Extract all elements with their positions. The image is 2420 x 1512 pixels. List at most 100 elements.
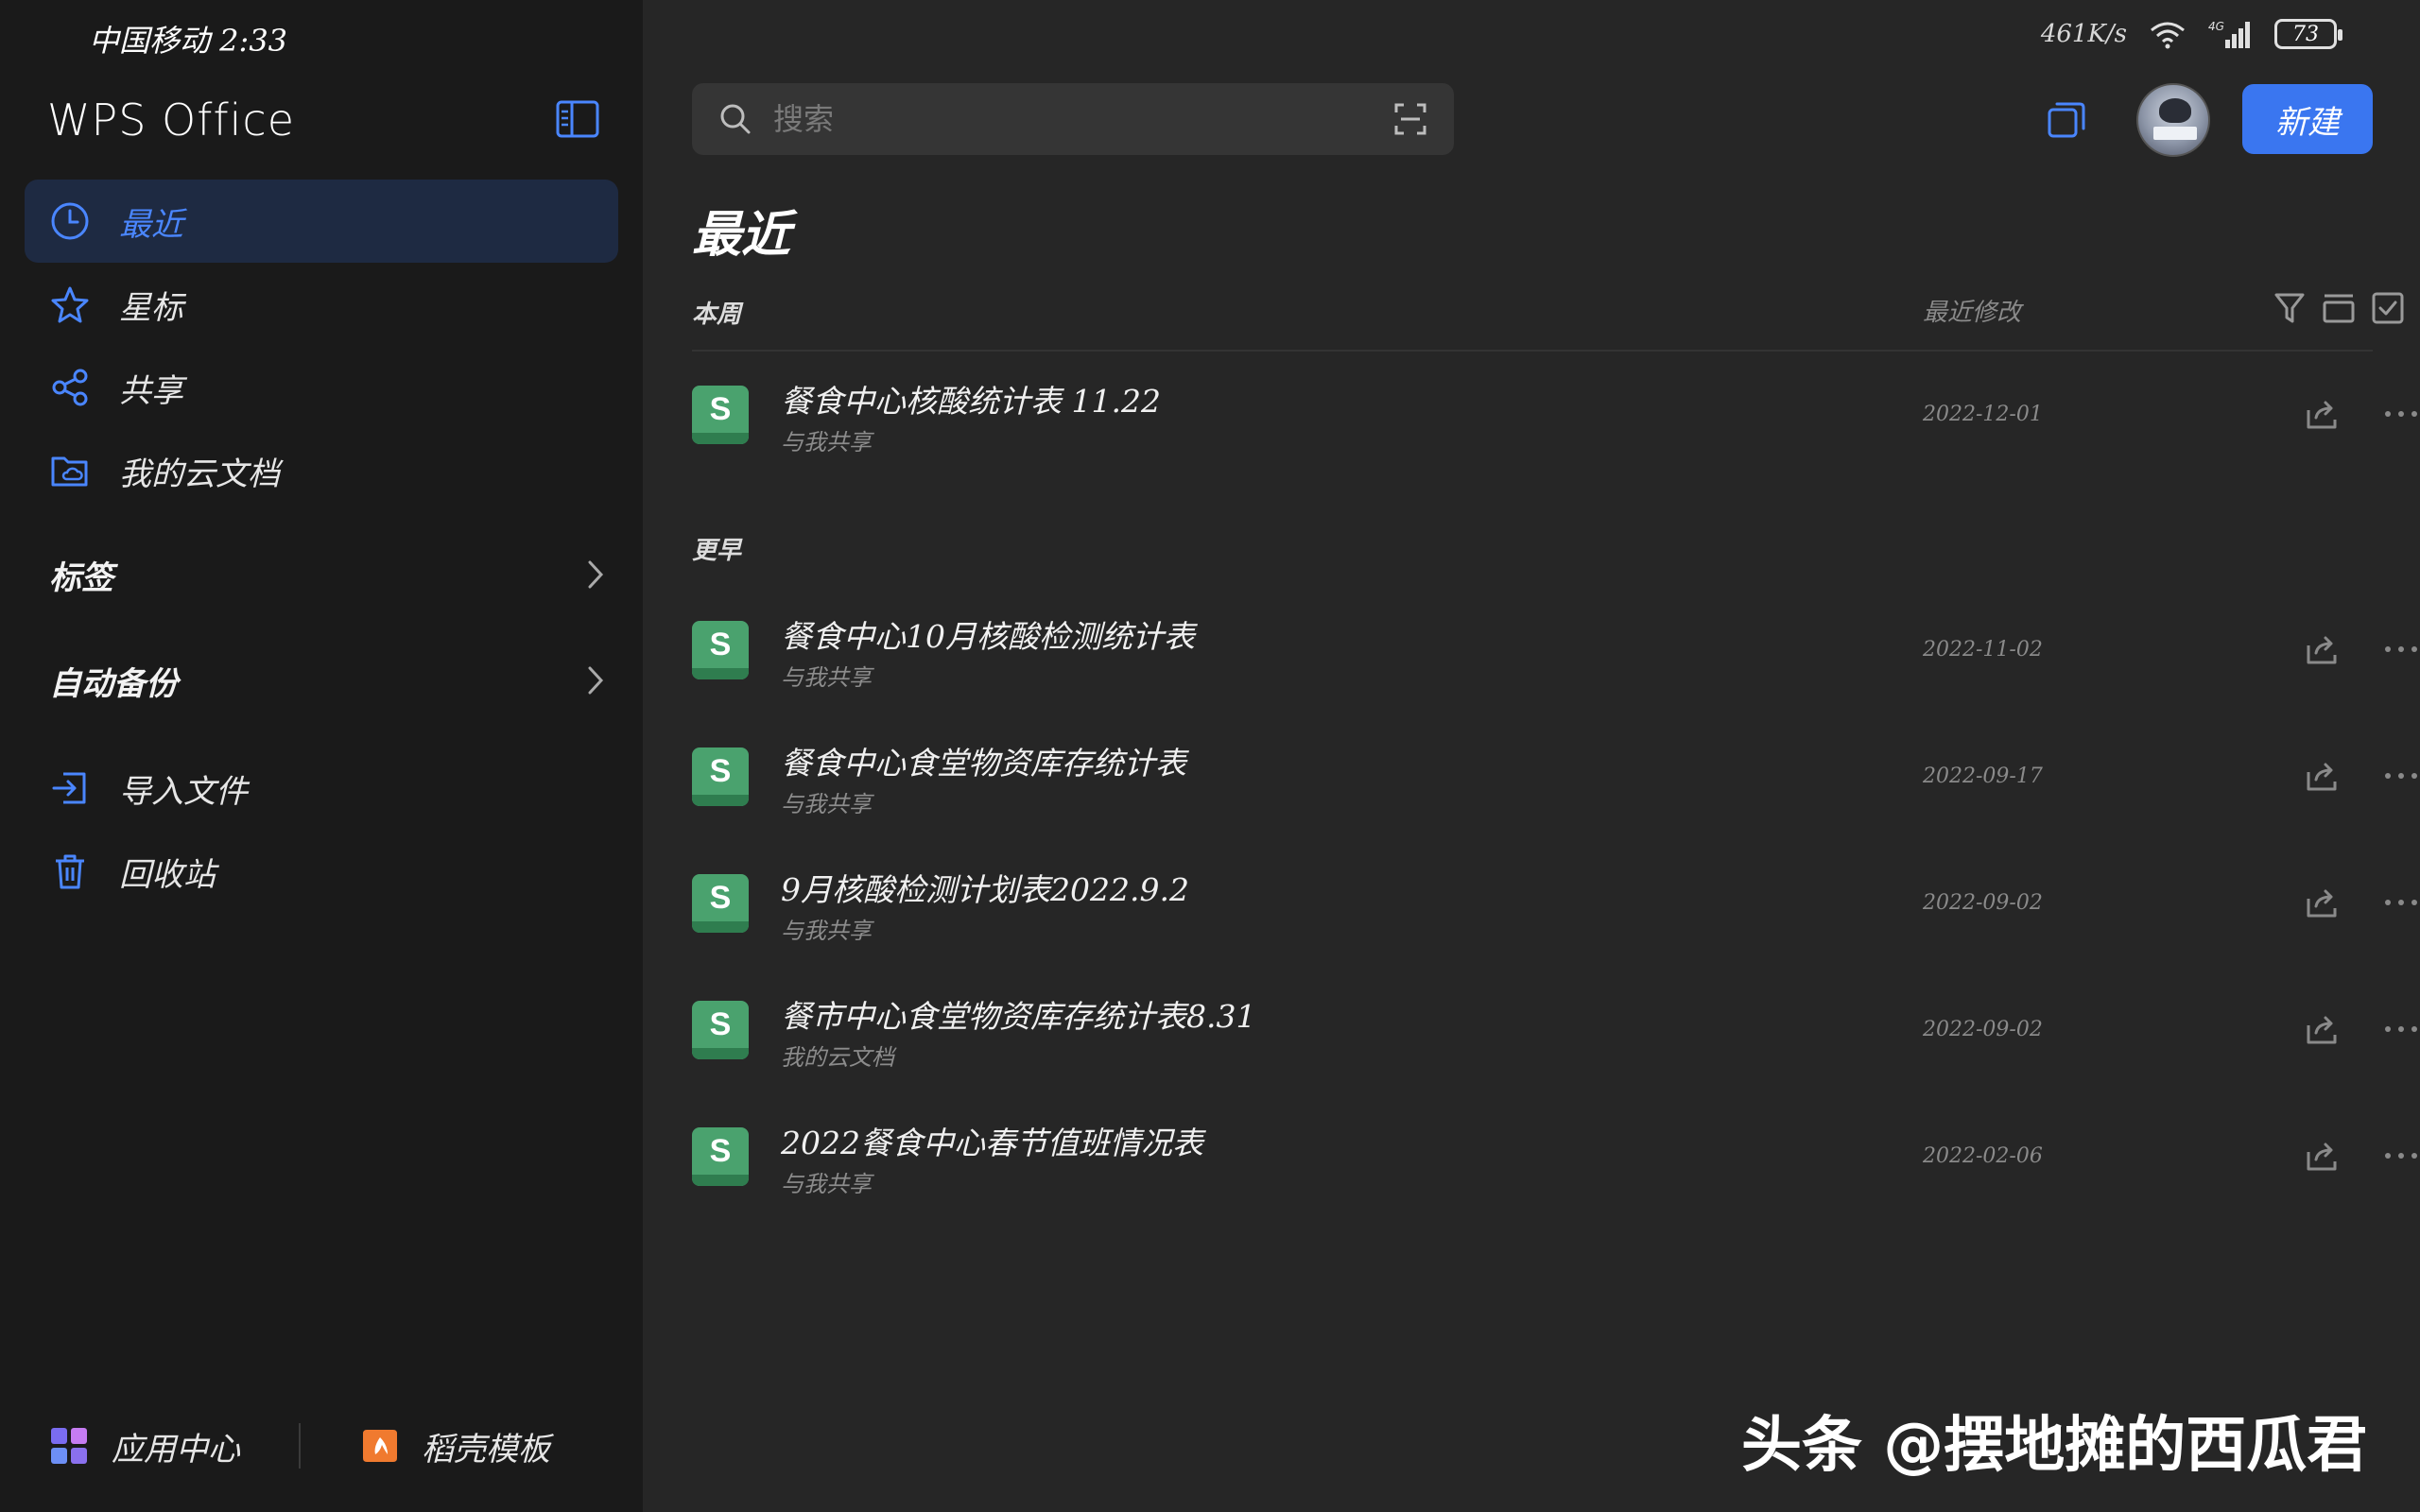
avatar[interactable]: [2136, 83, 2210, 157]
apps-grid-icon: [51, 1428, 87, 1464]
file-row[interactable]: S 餐食中心食堂物资库存统计表 与我共享 2022-09-17: [692, 730, 2417, 825]
spreadsheet-icon: S: [692, 386, 749, 444]
clock-icon: [49, 200, 91, 242]
share-nodes-icon: [49, 367, 91, 408]
sidebar-item-label: 我的云文档: [119, 455, 280, 493]
avatar-caption: [2153, 127, 2197, 140]
battery-indicator: 73: [2274, 19, 2342, 49]
search-bar[interactable]: [692, 83, 1454, 155]
file-name: 餐市中心食堂物资库存统计表8.31: [781, 998, 1256, 1035]
view-mode-icon[interactable]: [2320, 289, 2358, 327]
cloud-folder-icon: [49, 450, 91, 491]
share-icon[interactable]: [2305, 397, 2339, 431]
docer-icon: [363, 1430, 397, 1462]
file-row[interactable]: S 餐食中心核酸统计表 11.22 与我共享 2022-12-01: [692, 369, 2417, 463]
watermark-brand: 头条: [1741, 1411, 1862, 1481]
more-icon[interactable]: [2382, 885, 2420, 919]
file-row[interactable]: S 9月核酸检测计划表2022.9.2 与我共享 2022-09-02: [692, 857, 2417, 952]
spreadsheet-icon: S: [692, 1127, 749, 1186]
docer-templates-label: 稻壳模板: [422, 1430, 550, 1469]
sidebar-item-import[interactable]: 导入文件: [25, 747, 618, 830]
file-date: 2022-09-17: [1923, 765, 2043, 788]
section-label: 标签: [49, 558, 113, 597]
file-row[interactable]: S 2022餐食中心春节值班情况表 与我共享 2022-02-06: [692, 1110, 2417, 1205]
sidebar: 中国移动 2:33 WPS Office 最近 星标 共享 我的云文档 标签 自…: [0, 0, 643, 1512]
new-document-button[interactable]: 新建: [2242, 84, 2373, 154]
more-icon[interactable]: [2382, 759, 2420, 793]
net-speed: 461K/s: [2040, 20, 2127, 48]
spreadsheet-icon: S: [692, 621, 749, 679]
docer-templates-button[interactable]: 稻壳模板: [361, 1423, 550, 1469]
share-icon[interactable]: [2305, 885, 2339, 919]
more-icon[interactable]: [2382, 1012, 2420, 1046]
search-input[interactable]: [773, 101, 1393, 137]
sidebar-item-label: 回收站: [119, 855, 216, 894]
watermark-handle: @摆地摊的西瓜君: [1883, 1411, 2368, 1481]
file-date: 2022-09-02: [1923, 891, 2043, 915]
sidebar-item-label: 最近: [119, 205, 183, 244]
file-date: 2022-02-06: [1923, 1144, 2043, 1168]
multi-window-icon[interactable]: [2046, 98, 2087, 140]
file-name: 2022餐食中心春节值班情况表: [781, 1125, 1203, 1161]
sidebar-nav: 最近 星标 共享 我的云文档: [25, 180, 618, 512]
file-row[interactable]: S 餐市中心食堂物资库存统计表8.31 我的云文档 2022-09-02: [692, 984, 2417, 1078]
more-icon[interactable]: [2382, 632, 2420, 666]
search-icon: [720, 104, 751, 134]
file-name: 餐食中心10月核酸检测统计表: [781, 618, 1195, 655]
spreadsheet-icon: S: [692, 874, 749, 933]
share-icon[interactable]: [2305, 759, 2339, 793]
file-location: 与我共享: [781, 664, 872, 691]
more-icon[interactable]: [2382, 397, 2420, 431]
file-date: 2022-12-01: [1923, 403, 2043, 426]
file-row[interactable]: S 餐食中心10月核酸检测统计表 与我共享 2022-11-02: [692, 604, 2417, 698]
page-title: 最近: [692, 206, 791, 264]
app-center-button[interactable]: 应用中心: [49, 1423, 240, 1469]
share-icon[interactable]: [2305, 1012, 2339, 1046]
sidebar-item-cloud-docs[interactable]: 我的云文档: [25, 429, 618, 512]
sidebar-item-label: 共享: [119, 371, 183, 410]
section-label: 自动备份: [49, 664, 178, 703]
sidebar-item-trash[interactable]: 回收站: [25, 830, 618, 913]
spreadsheet-icon: S: [692, 747, 749, 806]
sidebar-bottom-bar: 应用中心 稻壳模板: [0, 1408, 643, 1484]
filter-icon[interactable]: [2271, 289, 2308, 327]
file-location: 我的云文档: [781, 1044, 894, 1071]
sidebar-item-recent[interactable]: 最近: [25, 180, 618, 263]
file-name: 餐食中心核酸统计表 11.22: [781, 383, 1161, 420]
star-icon: [49, 284, 91, 325]
app-center-label: 应用中心: [112, 1430, 240, 1469]
status-carrier-time: 中国移动 2:33: [89, 23, 288, 59]
chevron-right-icon: [588, 666, 604, 695]
list-header: 本周 最近修改: [692, 284, 2404, 352]
file-name: 9月核酸检测计划表2022.9.2: [781, 871, 1189, 908]
share-icon[interactable]: [2305, 1139, 2339, 1173]
chevron-right-icon: [588, 560, 604, 589]
file-location: 与我共享: [781, 429, 872, 455]
group-label-earlier: 更早: [692, 537, 742, 565]
sidebar-item-label: 星标: [119, 288, 183, 327]
wifi-icon: [2151, 22, 2185, 49]
column-header-modified[interactable]: 最近修改: [1923, 293, 2021, 328]
file-location: 与我共享: [781, 1171, 872, 1197]
sidebar-toggle-icon[interactable]: [556, 100, 599, 138]
share-icon[interactable]: [2305, 632, 2339, 666]
app-logo: WPS Office: [47, 94, 296, 146]
group-label-this-week: 本周: [692, 301, 742, 329]
file-date: 2022-11-02: [1923, 638, 2043, 662]
trash-icon: [49, 850, 91, 892]
import-icon: [49, 767, 91, 809]
sidebar-section-auto-backup[interactable]: 自动备份: [49, 652, 607, 709]
svg-text:4G: 4G: [2208, 20, 2224, 33]
avatar-figure: [2159, 98, 2191, 123]
status-bar-right: 461K/s 4G 73: [2040, 19, 2342, 49]
scan-icon[interactable]: [1393, 102, 1427, 136]
select-mode-icon[interactable]: [2369, 289, 2407, 327]
signal-icon: 4G: [2208, 20, 2250, 48]
sidebar-section-tags[interactable]: 标签: [49, 546, 607, 603]
spreadsheet-icon: S: [692, 1001, 749, 1059]
file-date: 2022-09-02: [1923, 1018, 2043, 1041]
sidebar-item-label: 导入文件: [119, 772, 248, 811]
more-icon[interactable]: [2382, 1139, 2420, 1173]
sidebar-item-starred[interactable]: 星标: [25, 263, 618, 346]
sidebar-item-shared[interactable]: 共享: [25, 346, 618, 429]
